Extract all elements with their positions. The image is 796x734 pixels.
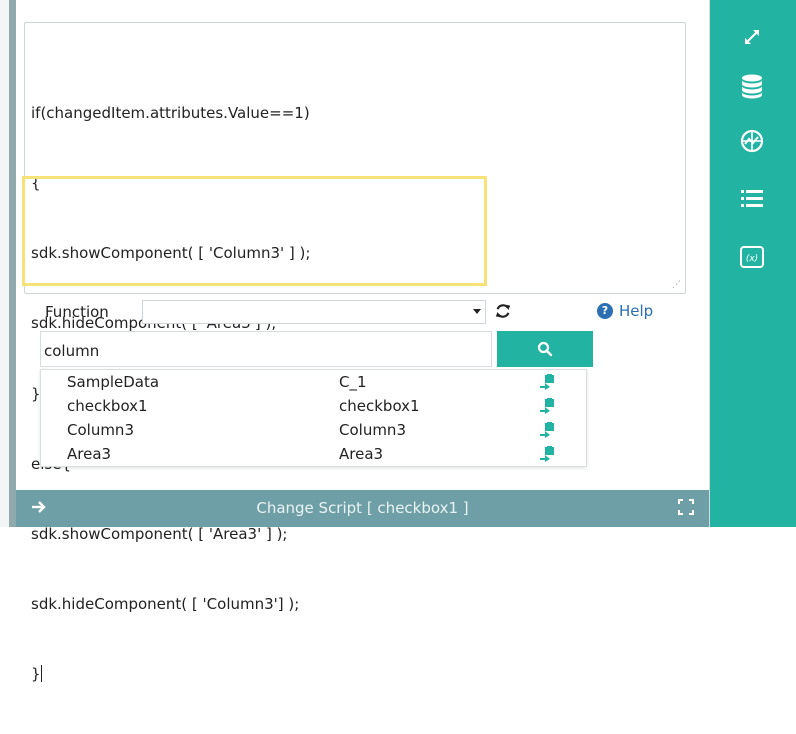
formula-icon[interactable]: (x) — [739, 244, 765, 270]
result-name: SampleData — [67, 373, 160, 391]
result-id: Column3 — [339, 421, 406, 439]
result-id: Area3 — [339, 445, 384, 463]
list-item[interactable]: Column3 Column3 — [41, 421, 586, 443]
result-id: C_1 — [339, 373, 367, 391]
list-item[interactable]: SampleData C_1 — [41, 373, 586, 395]
list-item[interactable]: Area3 Area3 — [41, 445, 586, 467]
panel-footer: Change Script [ checkbox1 ] — [16, 490, 709, 527]
search-icon — [537, 341, 553, 357]
results-list: SampleData C_1 checkbox1 checkbox1 Colum… — [40, 369, 587, 467]
left-panel-edge — [9, 0, 16, 527]
help-link[interactable]: ? Help — [597, 302, 653, 320]
dashboard-icon[interactable] — [739, 128, 765, 154]
footer-title: Change Script [ checkbox1 ] — [256, 499, 469, 517]
code-line: if(changedItem.attributes.Value==1) — [31, 103, 310, 122]
code-line-last: } — [31, 663, 310, 686]
help-label: Help — [619, 302, 654, 320]
database-icon[interactable] — [739, 73, 765, 99]
search-button[interactable] — [497, 331, 593, 367]
result-name: Column3 — [67, 421, 134, 439]
insert-component-icon[interactable] — [539, 446, 557, 462]
svg-text:(x): (x) — [746, 254, 758, 264]
result-id: checkbox1 — [339, 397, 420, 415]
text-caret — [40, 665, 42, 683]
code-line: sdk.hideComponent( [ 'Column3'] ); — [31, 595, 300, 614]
script-editor[interactable]: if(changedItem.attributes.Value==1) { sd… — [24, 22, 686, 683]
insert-component-icon[interactable] — [539, 422, 557, 438]
help-icon: ? — [597, 303, 613, 319]
refresh-icon[interactable] — [494, 302, 512, 320]
result-name: checkbox1 — [67, 397, 148, 415]
code-line: { — [31, 174, 41, 193]
insert-component-icon[interactable] — [539, 374, 557, 390]
list-item[interactable]: checkbox1 checkbox1 — [41, 397, 586, 419]
fullscreen-icon[interactable] — [677, 498, 695, 516]
function-select[interactable] — [142, 300, 486, 324]
resize-grip-icon[interactable]: ⋰ — [672, 281, 681, 290]
code-line: } — [31, 665, 41, 684]
code-line: sdk.showComponent( [ 'Column3' ] ); — [31, 244, 311, 263]
left-gutter — [0, 0, 16, 527]
result-name: Area3 — [67, 445, 112, 463]
list-icon[interactable] — [739, 186, 765, 212]
expand-icon[interactable] — [739, 24, 765, 50]
insert-component-icon[interactable] — [539, 398, 557, 414]
chevron-down-icon — [473, 309, 481, 314]
right-sidebar: (x) — [710, 0, 796, 527]
function-label: Function — [45, 303, 109, 321]
search-input[interactable]: column — [40, 331, 492, 367]
